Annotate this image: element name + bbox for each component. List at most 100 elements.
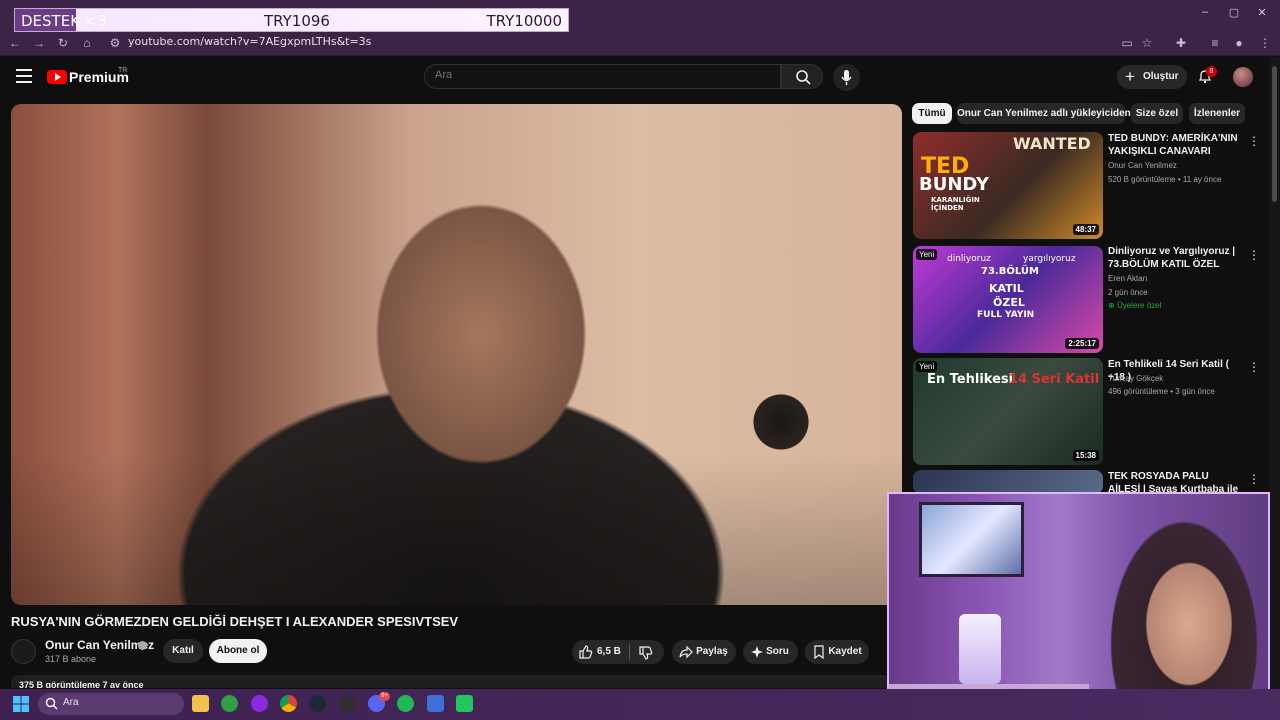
url-field[interactable]: youtube.com/watch?v=7AEgxpmLTHs&t=3s — [128, 35, 371, 48]
thumb-word: KATIL — [989, 282, 1024, 295]
donation-label: DESTEK <3 — [21, 12, 107, 30]
chip-watched[interactable]: İzlenenler — [1189, 103, 1245, 124]
search-input[interactable] — [435, 69, 765, 81]
new-badge: Yeni — [916, 361, 938, 372]
rec-thumbnail[interactable]: dinliyoruz yargılıyoruz 73.BÖLÜM KATIL Ö… — [913, 246, 1103, 353]
thumbs-up-icon[interactable] — [578, 644, 594, 660]
video-player[interactable] — [11, 104, 902, 605]
close-window-icon[interactable]: ✕ — [1253, 6, 1271, 22]
hamburger-menu-icon[interactable] — [16, 69, 32, 83]
forward-icon[interactable]: → — [30, 34, 48, 52]
members-only-badge: ⊕ Üyelere özel — [1108, 301, 1161, 310]
video-duration: 48:37 — [1072, 224, 1099, 235]
discord-badge: 9+ — [379, 692, 390, 701]
rec-thumbnail[interactable]: TED BUNDY KARANLIĞIN İÇİNDEN WANTED 48:3… — [913, 132, 1103, 239]
voice-search-button[interactable] — [833, 64, 860, 91]
maximize-icon[interactable]: ▢ — [1225, 6, 1243, 22]
spotify-icon[interactable] — [397, 695, 414, 712]
subscriber-count: 317 B abone — [45, 654, 97, 664]
account-avatar[interactable] — [1233, 67, 1253, 87]
more-options-icon[interactable]: ⋮ — [1248, 134, 1260, 148]
microphone-icon — [841, 70, 852, 85]
site-settings-icon[interactable]: ⚙ — [106, 34, 124, 52]
channel-avatar[interactable] — [11, 639, 36, 664]
file-explorer-icon[interactable] — [192, 695, 209, 712]
thumb-word: FULL YAYIN — [977, 310, 1035, 320]
donation-current: TRY1096 — [264, 12, 330, 30]
green-app-icon[interactable] — [456, 695, 473, 712]
more-options-icon[interactable]: ⋮ — [1248, 248, 1260, 262]
home-icon[interactable]: ⌂ — [78, 34, 96, 52]
rec-title[interactable]: TED BUNDY: AMERİKA'NIN YAKIŞIKLI CANAVAR… — [1108, 132, 1240, 158]
thumb-word: WANTED — [1013, 134, 1091, 153]
region-code: TR — [118, 67, 128, 74]
rec-stats: 520 B görüntüleme • 11 ay önce — [1108, 175, 1222, 184]
blue-app-icon[interactable] — [427, 695, 444, 712]
like-divider — [629, 644, 630, 660]
taskbar-search-icon — [45, 697, 58, 710]
donation-goal: TRY10000 — [486, 12, 562, 30]
rec-channel[interactable]: Eren Aktan — [1108, 274, 1147, 283]
members-icon: ⊕ — [1108, 301, 1115, 310]
thumb-word: dinliyoruz — [947, 254, 991, 264]
rec-thumbnail[interactable] — [913, 470, 1103, 494]
youtube-logo-icon[interactable] — [47, 70, 67, 84]
search-button[interactable] — [781, 64, 823, 89]
subscribe-button[interactable]: Abone ol — [209, 639, 267, 663]
reload-icon[interactable]: ↻ — [54, 34, 72, 52]
reading-list-icon[interactable]: ≡ — [1206, 34, 1224, 52]
rec-thumbnail[interactable]: En Tehlikesi 14 Seri Katil Yeni 15:38 — [913, 358, 1103, 465]
thumb-word: En Tehlikesi — [927, 372, 1014, 387]
back-icon[interactable]: ← — [6, 34, 24, 52]
browser-menu-icon[interactable]: ⋮ — [1256, 34, 1274, 52]
rec-channel[interactable]: Tuncay Gökçek — [1108, 374, 1163, 383]
share-arrow-icon — [679, 645, 693, 659]
streamer-webcam-overlay — [887, 492, 1270, 714]
video-duration: 2:25:17 — [1065, 338, 1099, 349]
profile-icon[interactable]: ● — [1230, 34, 1248, 52]
join-button[interactable]: Katıl — [163, 639, 203, 663]
donation-goal-bar: DESTEK <3 TRY1096 TRY10000 — [14, 8, 569, 32]
taskbar-search[interactable] — [38, 693, 184, 715]
thumb-word: 73.BÖLÜM — [981, 266, 1039, 277]
taskbar-search-label: Ara — [63, 697, 79, 708]
sparkle-icon — [751, 646, 763, 658]
video-title: RUSYA'NIN GÖRMEZDEN GELDİĞİ DEHŞET I ALE… — [11, 614, 459, 629]
rec-stats: 496 görüntüleme • 3 gün önce — [1108, 387, 1215, 396]
webcam-monitor — [919, 502, 1024, 577]
rec-stats: 2 gün önce — [1108, 288, 1148, 297]
thumbs-down-icon[interactable] — [638, 645, 654, 661]
obs-icon[interactable] — [339, 695, 356, 712]
video-frame — [11, 104, 902, 605]
thumb-word: ÖZEL — [993, 296, 1025, 309]
thumb-word: KARANLIĞIN İÇİNDEN — [931, 196, 980, 212]
like-count[interactable]: 6,5 B — [597, 640, 621, 664]
windows-start-icon[interactable] — [13, 696, 29, 712]
verified-check-icon — [138, 641, 147, 650]
thumb-word: yargılıyoruz — [1023, 254, 1076, 264]
video-duration: 15:38 — [1072, 450, 1099, 461]
install-app-icon[interactable]: ▭ — [1118, 34, 1136, 52]
thumb-word: 14 Seri Katil — [1009, 372, 1100, 387]
bookmark-star-icon[interactable]: ☆ — [1138, 34, 1156, 52]
chip-for-you[interactable]: Size özel — [1131, 103, 1183, 124]
new-badge: Yeni — [916, 249, 938, 260]
members-only-label: Üyelere özel — [1116, 301, 1162, 310]
views-and-date[interactable]: 375 B görüntüleme 7 ay önce — [11, 675, 891, 688]
xbox-icon[interactable] — [221, 695, 238, 712]
purple-app-icon[interactable] — [251, 695, 268, 712]
rec-channel[interactable]: Onur Can Yenilmez — [1108, 161, 1177, 170]
extensions-icon[interactable]: ✚ — [1172, 34, 1190, 52]
chip-all[interactable]: Tümü — [912, 103, 952, 124]
chrome-icon[interactable] — [280, 695, 297, 712]
search-box[interactable] — [424, 64, 781, 89]
minimize-icon[interactable]: – — [1196, 6, 1214, 22]
scrollbar-thumb[interactable] — [1272, 66, 1277, 202]
more-options-icon[interactable]: ⋮ — [1248, 360, 1260, 374]
webcam-lamp — [959, 614, 1001, 684]
chip-from-uploader[interactable]: Onur Can Yenilmez adlı yükleyiciden — [957, 103, 1131, 124]
rec-title[interactable]: Dinliyoruz ve Yargılıyoruz | 73.BÖLÜM KA… — [1108, 245, 1240, 271]
steam-icon[interactable] — [309, 695, 326, 712]
plus-icon: + — [1125, 67, 1135, 86]
more-options-icon[interactable]: ⋮ — [1248, 472, 1260, 486]
